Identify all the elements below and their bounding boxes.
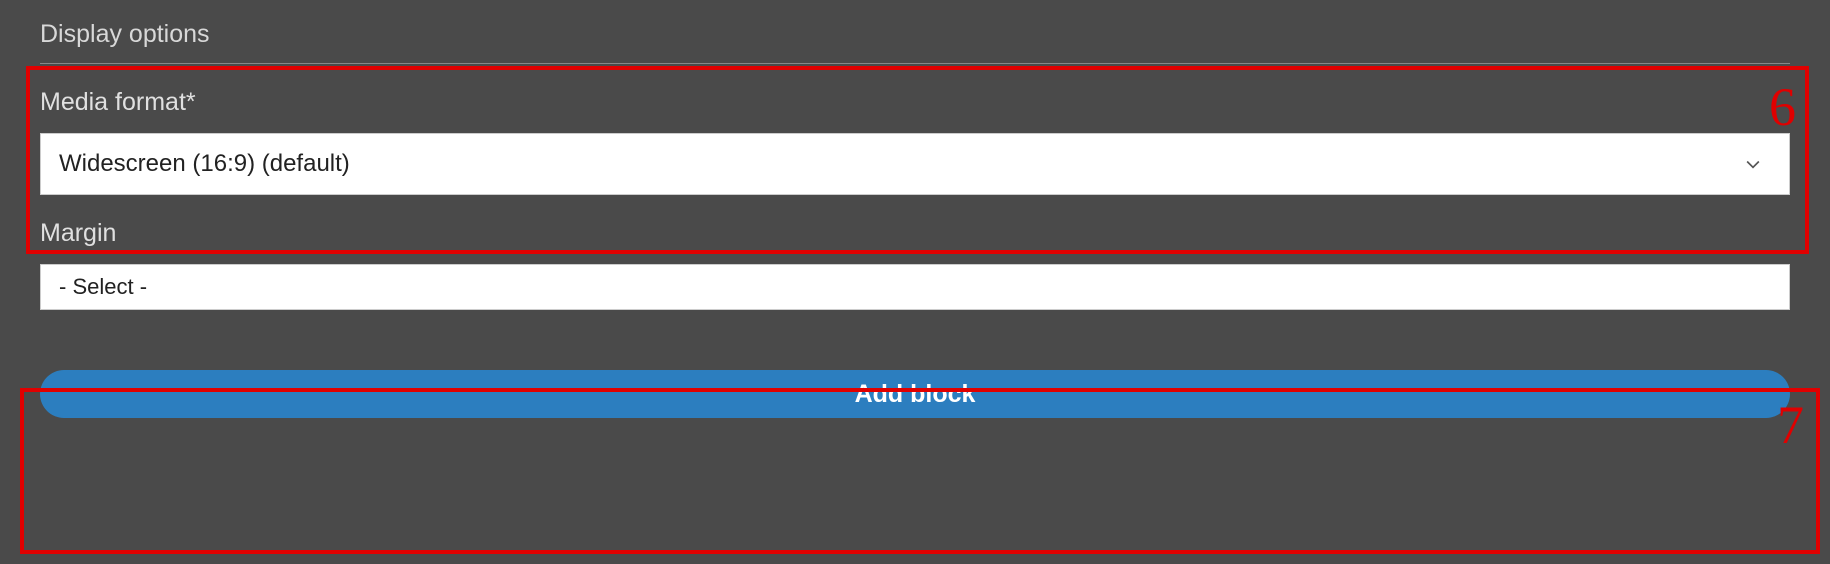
- media-format-value: Widescreen (16:9) (default): [59, 150, 1743, 178]
- section-title: Display options: [40, 20, 1790, 49]
- margin-select[interactable]: - Select -: [40, 264, 1790, 310]
- chevron-down-icon: [1743, 154, 1763, 174]
- section-divider: [40, 63, 1790, 64]
- media-format-field: Media format* Widescreen (16:9) (default…: [40, 88, 1790, 195]
- margin-field: Margin - Select -: [40, 219, 1790, 310]
- media-format-label: Media format*: [40, 88, 1790, 117]
- margin-label: Margin: [40, 219, 1790, 248]
- media-format-select[interactable]: Widescreen (16:9) (default): [40, 133, 1790, 195]
- display-options-panel: Display options Media format* Widescreen…: [0, 0, 1830, 438]
- add-block-button[interactable]: Add block: [40, 370, 1790, 418]
- margin-value: - Select -: [59, 274, 1771, 300]
